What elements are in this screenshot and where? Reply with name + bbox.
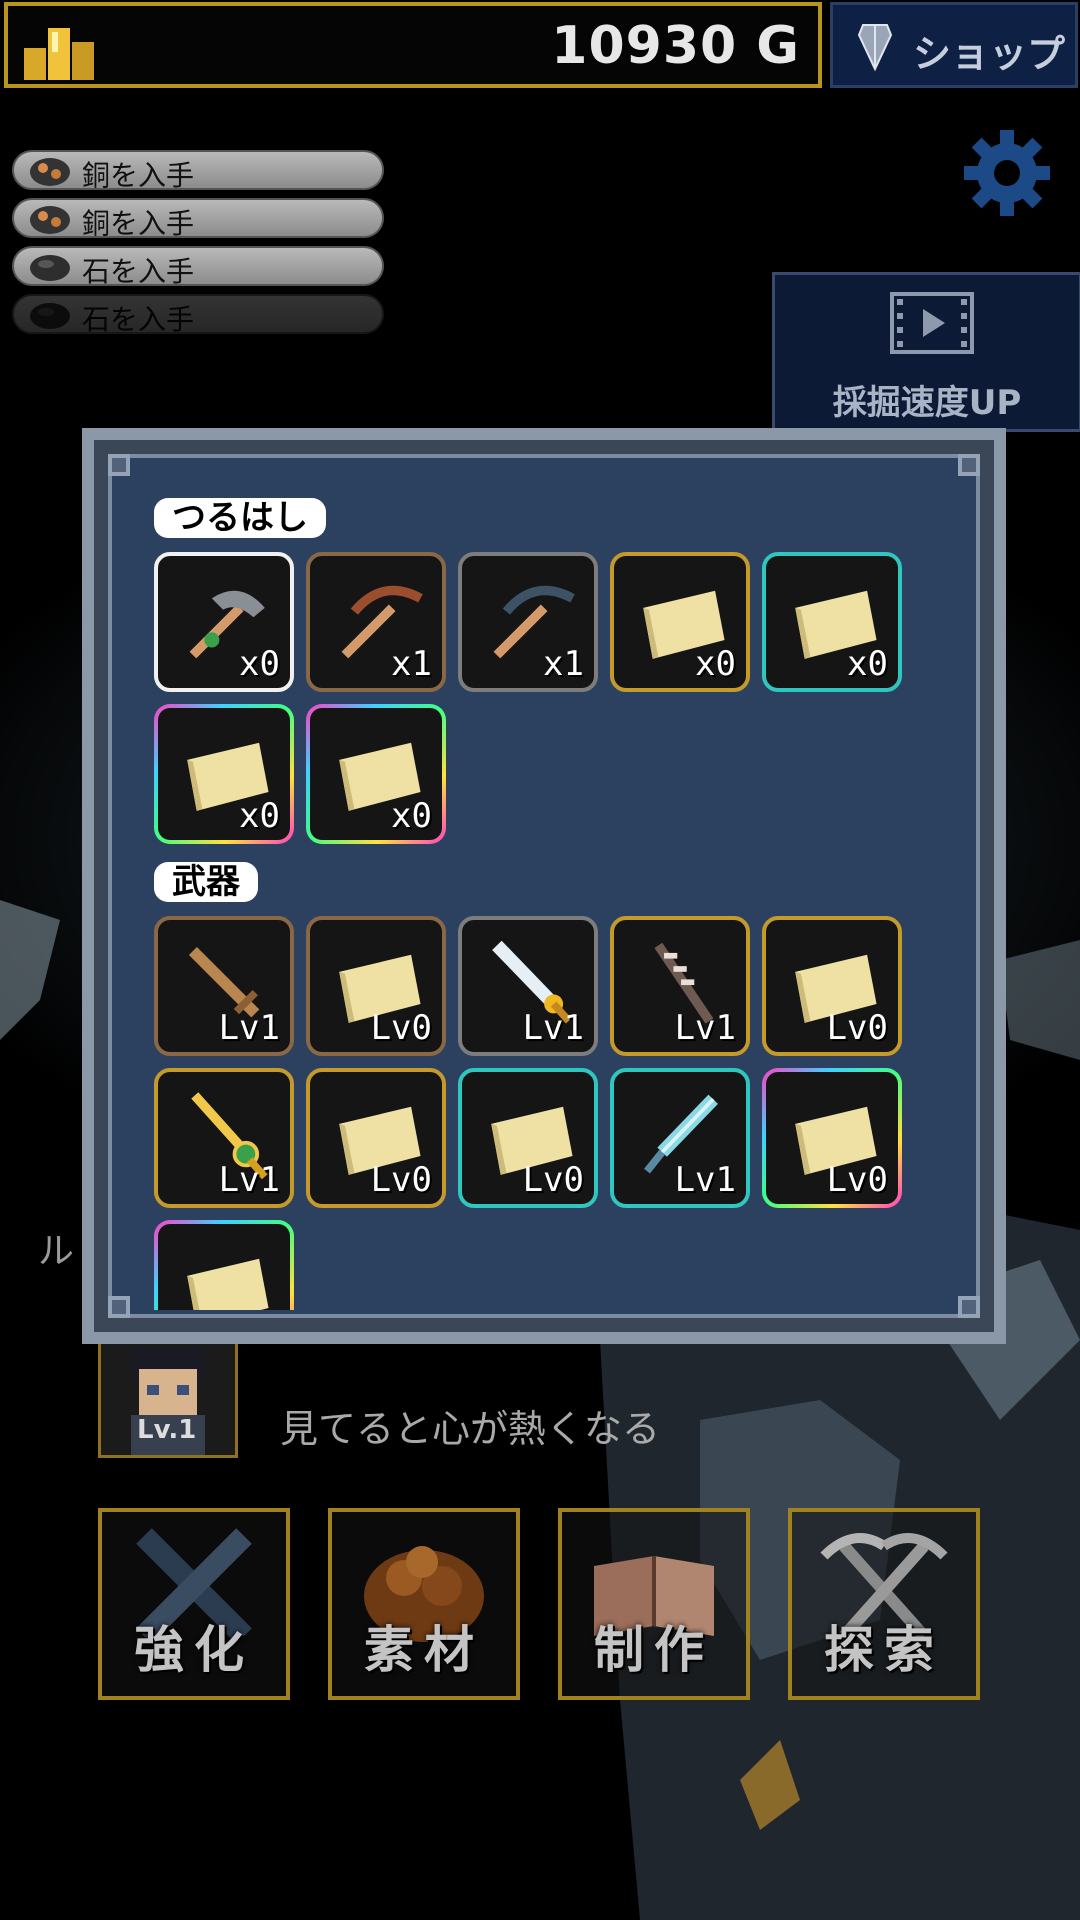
character-portrait[interactable]: Lv.1 — [98, 1336, 238, 1458]
item-count: Lv0 — [370, 1160, 432, 1200]
item-count: Lv0 — [826, 1008, 888, 1048]
item-count: x1 — [391, 644, 432, 684]
item-count: x0 — [847, 644, 888, 684]
item-count: Lv0 — [522, 1160, 584, 1200]
gold-amount: 10930 G — [551, 16, 800, 76]
stone-icon — [30, 303, 70, 329]
item-count: x0 — [695, 644, 736, 684]
menu-button-enhance[interactable]: 強化 — [98, 1508, 290, 1700]
inventory-popup[interactable]: つるはし x0 x1 x1 x0 x0 x0 x0 武器 Lv1 Lv0 Lv1 Lv1 Lv0 Lv1 Lv… — [82, 428, 1006, 1344]
item-count: Lv0 — [370, 1008, 432, 1048]
inventory-slot[interactable]: x0 — [154, 552, 294, 692]
item-count: Lv1 — [522, 1008, 584, 1048]
item-count: Lv1 — [674, 1160, 736, 1200]
inventory-slot[interactable]: Lv0 — [762, 1068, 902, 1208]
copper-ore-icon — [30, 206, 70, 234]
stone-icon — [30, 255, 70, 281]
inventory-slot[interactable]: Lv0 — [458, 1068, 598, 1208]
menu-label: 探索 — [824, 1621, 944, 1679]
inventory-slot[interactable]: Lv0 — [306, 916, 446, 1056]
item-count: x0 — [239, 644, 280, 684]
popup-border: つるはし x0 x1 x1 x0 x0 x0 x0 武器 Lv1 Lv0 Lv1 Lv1 Lv0 Lv1 Lv… — [94, 440, 994, 1332]
inventory-scroll-area[interactable]: つるはし x0 x1 x1 x0 x0 x0 x0 武器 Lv1 Lv0 Lv1 Lv1 Lv0 Lv1 Lv… — [154, 498, 964, 1310]
menu-button-materials[interactable]: 素材 — [328, 1508, 520, 1700]
inventory-slot[interactable]: x0 — [306, 704, 446, 844]
log-text: 銅を入手 — [82, 207, 195, 240]
section-label: 武器 — [154, 862, 258, 902]
inventory-slot[interactable]: x1 — [458, 552, 598, 692]
item-count: Lv0 — [826, 1160, 888, 1200]
inventory-slot[interactable]: Lv1 — [610, 916, 750, 1056]
unknown-scroll-icon — [187, 1258, 269, 1310]
character-level: Lv.1 — [137, 1415, 197, 1445]
inventory-slot[interactable] — [154, 1220, 294, 1310]
log-text: 銅を入手 — [82, 159, 195, 192]
frame-corner — [958, 454, 980, 476]
inventory-slot[interactable]: Lv1 — [458, 916, 598, 1056]
mining-speed-up-button[interactable]: 採掘速度UP — [772, 272, 1080, 432]
inventory-slot[interactable]: x0 — [154, 704, 294, 844]
frame-corner — [108, 1296, 130, 1318]
item-count: Lv1 — [218, 1008, 280, 1048]
inventory-slot[interactable]: Lv1 — [154, 916, 294, 1056]
log-text: 石を入手 — [82, 255, 195, 288]
item-count: x0 — [239, 796, 280, 836]
menu-label: 強化 — [134, 1621, 254, 1679]
inventory-slot[interactable]: Lv1 — [154, 1068, 294, 1208]
item-count: x0 — [391, 796, 432, 836]
menu-label: 制作 — [594, 1621, 714, 1679]
item-count: Lv1 — [218, 1160, 280, 1200]
mining-speed-up-label: 採掘速度UP — [832, 383, 1022, 423]
gear-icon[interactable] — [962, 128, 1052, 218]
section-label: つるはし — [154, 498, 326, 538]
menu-label: 素材 — [364, 1621, 484, 1679]
shop-label: ショップ — [913, 32, 1066, 76]
log-entry: 石を入手 — [12, 294, 384, 336]
menu-button-explore[interactable]: 探索 — [788, 1508, 980, 1700]
log-entry: 銅を入手 — [12, 150, 384, 192]
frame-corner — [108, 454, 130, 476]
inventory-slot[interactable]: x1 — [306, 552, 446, 692]
log-entry: 銅を入手 — [12, 198, 384, 240]
video-icon — [890, 292, 974, 354]
copper-ore-icon — [30, 158, 70, 186]
character-quote: 見てると心が熱くなる — [280, 1407, 661, 1451]
item-count: Lv1 — [674, 1008, 736, 1048]
log-entry: 石を入手 — [12, 246, 384, 288]
log-text: 石を入手 — [82, 303, 195, 336]
menu-button-craft[interactable]: 制作 — [558, 1508, 750, 1700]
gem-icon — [857, 24, 893, 72]
popup-frame: つるはし x0 x1 x1 x0 x0 x0 x0 武器 Lv1 Lv0 Lv1 Lv1 Lv0 Lv1 Lv… — [108, 454, 980, 1318]
inventory-slot[interactable]: Lv0 — [306, 1068, 446, 1208]
shop-button[interactable]: ショップ — [830, 2, 1078, 88]
gold-bar: 10930 G — [4, 2, 822, 88]
gold-bars-icon — [24, 28, 94, 80]
side-text: ル — [38, 1231, 75, 1272]
inventory-slot[interactable]: Lv1 — [610, 1068, 750, 1208]
inventory-slot[interactable]: x0 — [762, 552, 902, 692]
inventory-slot[interactable]: Lv0 — [762, 916, 902, 1056]
inventory-slot[interactable]: x0 — [610, 552, 750, 692]
item-count: x1 — [543, 644, 584, 684]
